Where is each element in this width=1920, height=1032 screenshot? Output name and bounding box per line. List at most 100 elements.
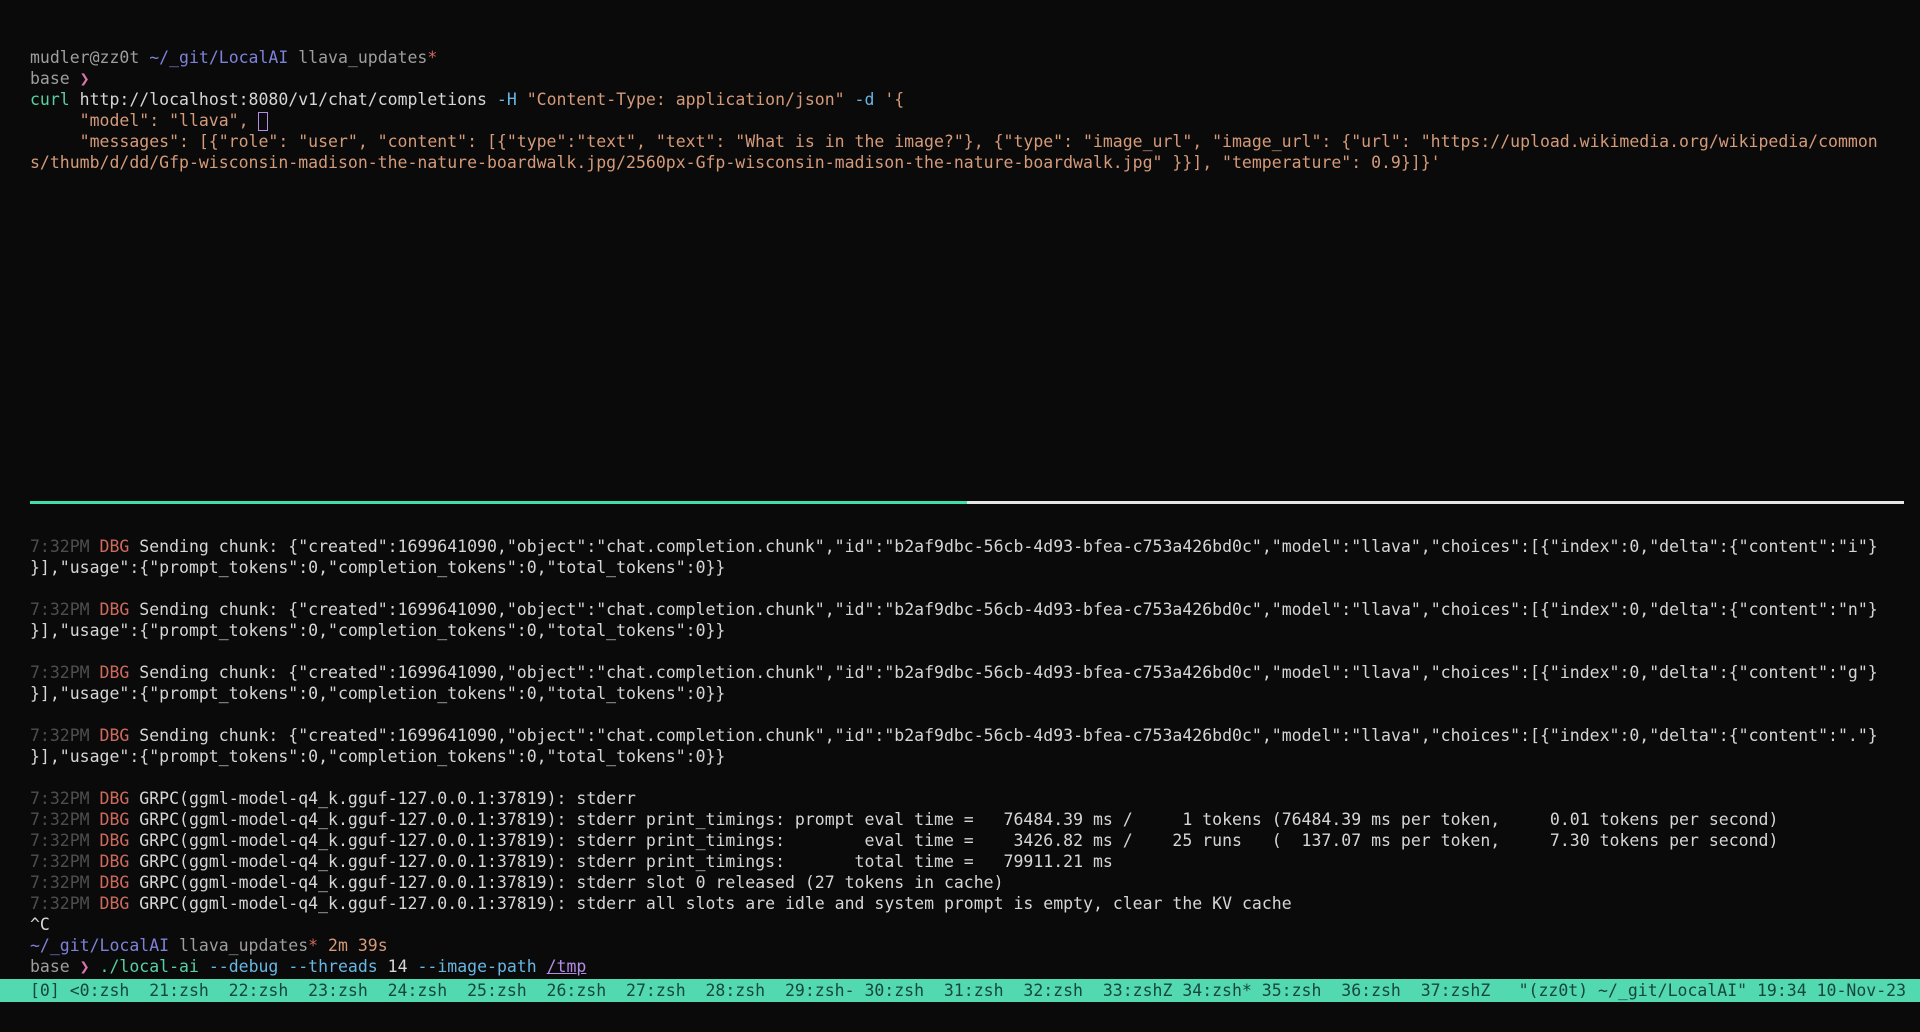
terminal-line: "messages": [{"role": "user", "content":… bbox=[30, 131, 1920, 152]
terminal-text-span: --debug bbox=[209, 957, 279, 976]
terminal-line: }],"usage":{"prompt_tokens":0,"completio… bbox=[30, 746, 1920, 767]
terminal-line: 7:32PM DBG GRPC(ggml-model-q4_k.gguf-127… bbox=[30, 830, 1920, 851]
terminal-line: base ❯ bbox=[30, 68, 1920, 89]
tmux-window-list[interactable]: [0] <0:zsh 21:zsh 22:zsh 23:zsh 24:zsh 2… bbox=[30, 979, 1490, 1002]
terminal-line bbox=[30, 578, 1920, 599]
terminal-text-span: 7:32PM bbox=[30, 894, 100, 913]
terminal-text-span bbox=[278, 957, 288, 976]
terminal-text-span: }],"usage":{"prompt_tokens":0,"completio… bbox=[30, 558, 725, 577]
terminal-line bbox=[30, 767, 1920, 788]
terminal-text-span: DBG bbox=[100, 873, 140, 892]
pane-divider-active-segment[interactable] bbox=[30, 501, 967, 504]
terminal-text-span bbox=[199, 957, 209, 976]
terminal-text-span: DBG bbox=[100, 789, 140, 808]
terminal-line: curl http://localhost:8080/v1/chat/compl… bbox=[30, 89, 1920, 110]
terminal-text-span: DBG bbox=[100, 894, 140, 913]
bottom-pane: 7:32PM DBG Sending chunk: {"created":169… bbox=[30, 536, 1920, 977]
terminal-text-span: GRPC(ggml-model-q4_k.gguf-127.0.0.1:3781… bbox=[139, 894, 1291, 913]
terminal-text-span: -H bbox=[497, 90, 517, 109]
terminal-text-span: DBG bbox=[100, 663, 140, 682]
terminal-text-span: GRPC(ggml-model-q4_k.gguf-127.0.0.1:3781… bbox=[139, 831, 1778, 850]
terminal-text-span: GRPC(ggml-model-q4_k.gguf-127.0.0.1:3781… bbox=[139, 789, 636, 808]
terminal-text-span: ❯ bbox=[80, 69, 90, 88]
terminal-line: ^C bbox=[30, 914, 1920, 935]
terminal-text-span: GRPC(ggml-model-q4_k.gguf-127.0.0.1:3781… bbox=[139, 873, 1003, 892]
terminal-cursor bbox=[258, 112, 268, 131]
terminal-text-span: DBG bbox=[100, 726, 140, 745]
terminal-line: 7:32PM DBG GRPC(ggml-model-q4_k.gguf-127… bbox=[30, 809, 1920, 830]
terminal-text-span: ~/_git/LocalAI bbox=[149, 48, 288, 67]
terminal-line: "model": "llava", bbox=[30, 110, 1920, 131]
terminal-text-span bbox=[845, 90, 855, 109]
terminal-text-span: ^C bbox=[30, 915, 50, 934]
tmux-host-and-clock: "(zz0t) ~/_git/LocalAI" 19:34 10-Nov-23 bbox=[1519, 979, 1906, 1002]
terminal-line: }],"usage":{"prompt_tokens":0,"completio… bbox=[30, 557, 1920, 578]
terminal-text-span: Sending chunk: {"created":1699641090,"ob… bbox=[139, 600, 1877, 619]
terminal-text-span: DBG bbox=[100, 831, 140, 850]
terminal-text-span: GRPC(ggml-model-q4_k.gguf-127.0.0.1:3781… bbox=[139, 852, 1113, 871]
terminal-text-span: 7:32PM bbox=[30, 873, 100, 892]
terminal-text-span: "Content-Type: application/json" bbox=[527, 90, 845, 109]
terminal-text-span: "messages": [{"role": "user", "content":… bbox=[30, 132, 1878, 151]
terminal-text-span: DBG bbox=[100, 537, 140, 556]
terminal-text-span bbox=[537, 957, 547, 976]
terminal-line: 7:32PM DBG GRPC(ggml-model-q4_k.gguf-127… bbox=[30, 851, 1920, 872]
terminal-text-span: GRPC(ggml-model-q4_k.gguf-127.0.0.1:3781… bbox=[139, 810, 1778, 829]
terminal-text-span: 7:32PM bbox=[30, 789, 100, 808]
terminal-text-span: Sending chunk: {"created":1699641090,"ob… bbox=[139, 726, 1877, 745]
terminal-text-span: 7:32PM bbox=[30, 831, 100, 850]
terminal-window[interactable]: mudler@zz0t ~/_git/LocalAI llava_updates… bbox=[0, 0, 1920, 1032]
terminal-text-span: DBG bbox=[100, 852, 140, 871]
terminal-line: 7:32PM DBG GRPC(ggml-model-q4_k.gguf-127… bbox=[30, 788, 1920, 809]
tmux-status-bar: [0] <0:zsh 21:zsh 22:zsh 23:zsh 24:zsh 2… bbox=[0, 979, 1920, 1002]
terminal-line: 7:32PM DBG Sending chunk: {"created":169… bbox=[30, 599, 1920, 620]
terminal-line: s/thumb/d/dd/Gfp-wisconsin-madison-the-n… bbox=[30, 152, 1920, 173]
terminal-line: base ❯ ./local-ai --debug --threads 14 -… bbox=[30, 956, 1920, 977]
terminal-text-span: 7:32PM bbox=[30, 726, 100, 745]
terminal-text-span: --image-path bbox=[417, 957, 536, 976]
terminal-text-span: base bbox=[30, 69, 80, 88]
terminal-text-span: ./local-ai bbox=[100, 957, 199, 976]
terminal-text-span: '{ bbox=[884, 90, 904, 109]
terminal-text-span: --threads bbox=[288, 957, 377, 976]
terminal-text-span: * bbox=[427, 48, 437, 67]
terminal-text-span bbox=[517, 90, 527, 109]
terminal-text-span bbox=[874, 90, 884, 109]
terminal-line: 7:32PM DBG GRPC(ggml-model-q4_k.gguf-127… bbox=[30, 893, 1920, 914]
terminal-text-span: ❯ bbox=[80, 957, 90, 976]
pane-divider-segment[interactable] bbox=[967, 501, 1904, 504]
terminal-line: 7:32PM DBG Sending chunk: {"created":169… bbox=[30, 725, 1920, 746]
terminal-text-span: s/thumb/d/dd/Gfp-wisconsin-madison-the-n… bbox=[30, 153, 1441, 172]
terminal-text-span: curl bbox=[30, 90, 70, 109]
terminal-line: 7:32PM DBG Sending chunk: {"created":169… bbox=[30, 536, 1920, 557]
terminal-text-span: "model": "llava", bbox=[30, 111, 258, 130]
top-pane: mudler@zz0t ~/_git/LocalAI llava_updates… bbox=[30, 47, 1920, 173]
terminal-text-span: }],"usage":{"prompt_tokens":0,"completio… bbox=[30, 747, 725, 766]
terminal-text-span: 7:32PM bbox=[30, 810, 100, 829]
terminal-line: 7:32PM DBG Sending chunk: {"created":169… bbox=[30, 662, 1920, 683]
terminal-text-span: 14 bbox=[378, 957, 418, 976]
terminal-line: }],"usage":{"prompt_tokens":0,"completio… bbox=[30, 620, 1920, 641]
terminal-text-span: -d bbox=[855, 90, 875, 109]
terminal-text-span: 7:32PM bbox=[30, 537, 100, 556]
terminal-text-span: 7:32PM bbox=[30, 663, 100, 682]
terminal-line: }],"usage":{"prompt_tokens":0,"completio… bbox=[30, 683, 1920, 704]
terminal-text-span: * bbox=[308, 936, 318, 955]
terminal-line: mudler@zz0t ~/_git/LocalAI llava_updates… bbox=[30, 47, 1920, 68]
terminal-text-span: DBG bbox=[100, 600, 140, 619]
terminal-line: ~/_git/LocalAI llava_updates* 2m 39s bbox=[30, 935, 1920, 956]
terminal-text-span: }],"usage":{"prompt_tokens":0,"completio… bbox=[30, 621, 725, 640]
terminal-text-span: 7:32PM bbox=[30, 600, 100, 619]
terminal-text-span: /tmp bbox=[547, 957, 587, 976]
terminal-text-span: mudler@zz0t bbox=[30, 48, 149, 67]
terminal-text-span: http://localhost:8080/v1/chat/completion… bbox=[70, 90, 497, 109]
terminal-text-span: }],"usage":{"prompt_tokens":0,"completio… bbox=[30, 684, 725, 703]
terminal-text-span bbox=[90, 957, 100, 976]
terminal-line bbox=[30, 641, 1920, 662]
terminal-line: 7:32PM DBG GRPC(ggml-model-q4_k.gguf-127… bbox=[30, 872, 1920, 893]
terminal-line bbox=[30, 704, 1920, 725]
terminal-text-span: ~/_git/LocalAI bbox=[30, 936, 169, 955]
terminal-text-span: base bbox=[30, 957, 80, 976]
terminal-text-span: 7:32PM bbox=[30, 852, 100, 871]
terminal-text-span: 2m 39s bbox=[318, 936, 388, 955]
